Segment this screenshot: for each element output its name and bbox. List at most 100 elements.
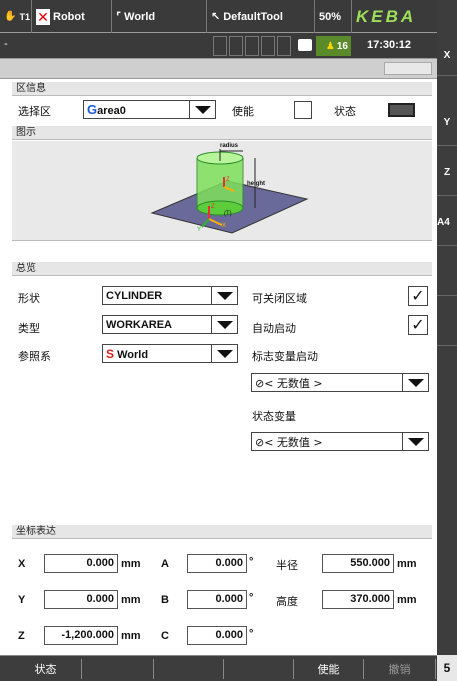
state-variable-label: 状态变量 [252,410,296,423]
section-header-overview: 总览 [12,262,432,276]
type-label: 类型 [18,322,40,335]
section-title: 区信息 [16,83,46,94]
zone-select-dropdown[interactable]: Garea0 [83,100,216,119]
y-value: 0.000 [86,593,114,605]
radius-unit: mm [397,558,417,570]
softkey[interactable] [154,659,224,679]
softkey[interactable] [82,659,154,679]
softkey-bar: 状态 使能 撤销 [0,655,437,681]
message-bar: - ♟ 16 17:30:12 [0,33,437,59]
chevron-down-icon [211,316,237,333]
world-selector[interactable]: ⌜ World [112,0,207,33]
check-icon: ✓ [411,288,425,305]
c-value: 0.000 [215,629,243,641]
b-label: B [161,594,169,606]
tool-icon: ↖ [211,11,221,23]
axis-x-label: X [222,223,227,229]
autostart-checkbox[interactable]: ✓ [408,315,428,335]
enable-softkey-label: 使能 [317,663,340,676]
robot-selector[interactable]: ✕ Robot [32,0,112,33]
axis-z-label: Z [211,204,215,210]
status-bar: ✋ T1 ✕ Robot ⌜ World ↖ DefaultTool 50% K… [0,0,437,33]
chevron-down-icon [402,433,428,450]
cancel-softkey-label: 撤销 [388,663,411,676]
jog-a4-button[interactable]: A4 [437,200,457,246]
a-value: 0.000 [215,557,243,569]
b-input[interactable]: 0.000 [187,590,247,609]
section-title: 图示 [16,127,36,138]
status-cell [261,36,275,56]
shape-dropdown[interactable]: CYLINDER [102,286,238,305]
y-input[interactable]: 0.000 [44,590,118,609]
height-input[interactable]: 370.000 [322,590,394,609]
reference-frame-dropdown[interactable]: S World [102,344,238,363]
a-label: A [161,558,169,570]
height-label: height [247,181,265,187]
jog-a4-label: A4 [437,217,450,228]
enable-checkbox[interactable] [294,101,312,119]
autostart-label: 自动启动 [252,322,296,335]
c-label: C [161,630,169,642]
c-input[interactable]: 0.000 [187,626,247,645]
height-value: 370.000 [350,593,390,605]
robot-error-icon: ✕ [36,8,50,25]
softkey[interactable] [224,659,294,679]
status-label: 状态 [334,105,356,118]
jog-button[interactable] [437,250,457,296]
message-text: - [4,38,8,50]
jog-z-button[interactable]: Z [437,150,457,196]
b-value: 0.000 [215,593,243,605]
z-value: -1,200.000 [61,629,114,641]
jog-button[interactable] [437,300,457,346]
x-value: 0.000 [86,557,114,569]
section-title: 总览 [16,263,36,274]
axis-z-label: Z [226,177,230,183]
chevron-down-icon [189,101,215,118]
cancel-softkey[interactable]: 撤销 [364,659,436,679]
flag-variable-dropdown[interactable]: ⊘< 无数值 > [251,373,429,392]
robot-label: Robot [53,10,85,23]
jog-z-label: Z [443,167,451,178]
zone-select-value: area0 [97,105,126,117]
state-variable-dropdown[interactable]: ⊘< 无数值 > [251,432,429,451]
z-input[interactable]: -1,200.000 [44,626,118,645]
z-label: Z [18,630,25,642]
mode-indicator[interactable]: ✋ T1 [0,0,32,33]
x-label: X [18,558,26,570]
section-header-zone-info: 区信息 [12,82,432,96]
empty-set-icon: ⊘ [255,435,265,449]
toolbar-button[interactable] [384,62,432,75]
job-count: 16 [336,40,348,52]
closable-zone-checkbox[interactable]: ✓ [408,286,428,306]
status-cell [213,36,227,56]
section-header-coordinates: 坐标表达 [12,525,432,539]
enable-softkey[interactable]: 使能 [294,659,364,679]
jog-y-button[interactable]: Y [437,100,457,146]
jog-sidebar: X Y Z A4 [437,0,457,681]
height-unit: mm [397,594,417,606]
chevron-down-icon [211,345,237,362]
radius-input[interactable]: 550.000 [322,554,394,573]
axis-y-label: Y [197,227,202,233]
state-variable-value: < 无数值 > [264,435,323,449]
reference-frame-label: 参照系 [18,350,51,363]
keba-logo: KEBA [352,0,437,33]
mode-label: T1 [19,11,30,22]
select-zone-label: 选择区 [18,105,51,118]
section-title: 坐标表达 [16,526,56,537]
y-label: Y [18,594,26,606]
jog-x-button[interactable]: X [437,36,457,76]
override-indicator[interactable]: 50% [315,0,352,33]
shape-value: CYLINDER [106,289,163,302]
x-input[interactable]: 0.000 [44,554,118,573]
type-dropdown[interactable]: WORKAREA [102,315,238,334]
person-icon: ♟ [325,40,335,52]
y-unit: mm [121,594,141,606]
reference-frame-value: World [117,348,149,361]
radius-field-label: 半径 [276,559,298,572]
status-softkey[interactable]: 状态 [10,659,82,679]
a-input[interactable]: 0.000 [187,554,247,573]
job-indicator[interactable]: ♟ 16 [316,36,351,56]
status-softkey-label: 状态 [34,663,57,676]
tool-selector[interactable]: ↖ DefaultTool [207,0,315,33]
